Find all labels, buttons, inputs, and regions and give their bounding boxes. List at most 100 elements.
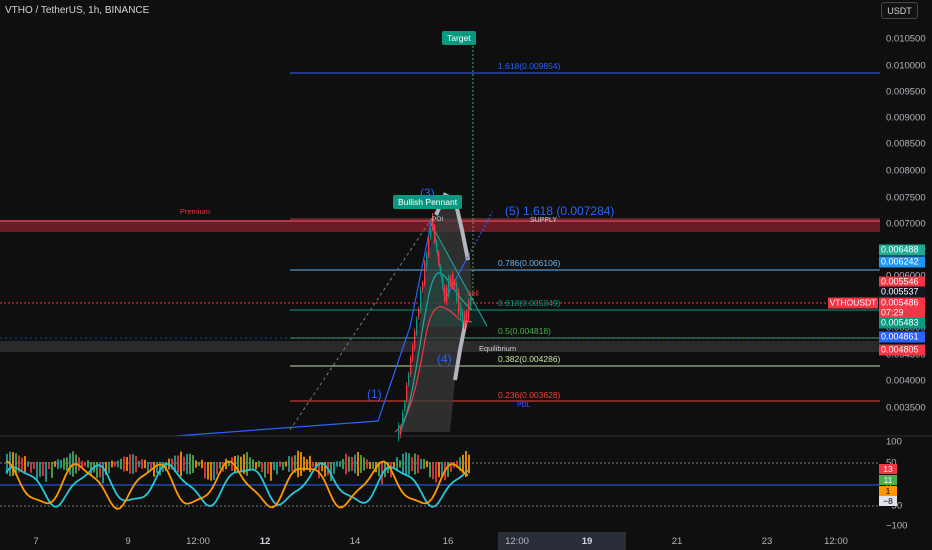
oscillator-bar: [369, 462, 371, 470]
oscillator-bar: [114, 461, 116, 467]
price-tick: 0.010500: [886, 33, 926, 45]
poi-label: POI: [432, 216, 444, 223]
oscillator-badge: −8: [879, 496, 897, 506]
oscillator-bar: [156, 462, 158, 474]
oscillator-bar: [132, 454, 134, 474]
oscillator-bar: [111, 460, 113, 468]
candle-body: [426, 254, 428, 267]
oscillator-bar: [432, 462, 434, 480]
time-tick: 23: [761, 536, 773, 547]
candle-body: [446, 287, 448, 303]
oscillator-bar: [228, 462, 230, 467]
oscillator-bar: [42, 462, 44, 476]
oscillator-bar: [33, 462, 35, 470]
fib-label-1618: 1.618(0.009854): [498, 61, 561, 71]
price-tick: 0.004000: [886, 375, 926, 387]
fib-label-786: 0.786(0.006106): [498, 258, 561, 268]
candle-body: [400, 428, 402, 436]
oscillator-tick: −100: [886, 520, 908, 532]
oscillator-bar: [51, 462, 53, 478]
oscillator-bar: [84, 461, 86, 467]
candle-body: [444, 287, 446, 301]
oscillator-group: [5, 450, 470, 510]
oscillator-bar: [210, 462, 212, 481]
oscillator-bar: [288, 456, 290, 472]
chart-canvas[interactable]: [0, 0, 932, 550]
candle-body: [440, 267, 442, 273]
oscillator-bar: [414, 453, 416, 475]
currency-button[interactable]: USDT: [881, 2, 918, 19]
candle-body: [404, 402, 406, 409]
oscillator-bar: [129, 454, 131, 474]
symbol-title[interactable]: VTHO / TetherUS, 1h, BINANCE: [5, 5, 149, 16]
oscillator-bar: [408, 453, 410, 475]
time-tick: 12: [259, 536, 271, 547]
oscillator-bar: [135, 455, 137, 473]
time-tick: 14: [349, 536, 361, 547]
oscillator-bar: [276, 462, 278, 475]
price-tick: 0.009500: [886, 86, 926, 98]
candle-body: [438, 252, 440, 264]
candle-body: [414, 331, 416, 348]
oscillator-bar: [63, 458, 65, 470]
price-badge: 0.004805: [879, 344, 925, 356]
candle-body: [458, 291, 460, 313]
target-label: Target: [442, 31, 476, 45]
candle-body: [466, 312, 468, 322]
oscillator-bar: [402, 453, 404, 475]
oscillator-bar: [297, 450, 299, 478]
candle-body: [420, 289, 422, 311]
oscillator-bar: [27, 461, 29, 467]
oscillator-bar: [21, 457, 23, 471]
time-tick: 12:00: [505, 536, 529, 547]
candle-body: [410, 358, 412, 374]
wave-1-label: (1): [367, 387, 382, 401]
oscillator-bar: [54, 461, 56, 467]
price-badge: 0.005483: [879, 317, 925, 329]
oscillator-bar: [423, 459, 425, 469]
time-tick: 16: [442, 536, 454, 547]
oscillator-bar: [108, 462, 110, 473]
wave-5-label: (5) 1.618 (0.007284): [505, 204, 615, 218]
oscillator-bar: [336, 461, 338, 467]
time-tick: 12:00: [824, 536, 848, 547]
oscillator-bar: [261, 462, 263, 472]
time-axis[interactable]: 7 9 12:00 12 14 16 12:00 19 21 23 12:00: [0, 534, 880, 550]
oscillator-bar: [117, 460, 119, 468]
price-tick: 0.009000: [886, 112, 926, 124]
candle-body: [428, 239, 430, 256]
candle-body: [454, 282, 456, 287]
oscillator-bar: [147, 462, 149, 472]
price-tick: 0.007000: [886, 218, 926, 230]
candle-body: [460, 305, 462, 318]
oscillator-badge: 1: [879, 486, 897, 496]
candle-body: [402, 412, 404, 425]
oscillator-bar: [39, 462, 41, 477]
oscillator-bar: [126, 456, 128, 472]
oscillator-bar: [273, 462, 275, 471]
oscillator-bar: [204, 462, 206, 479]
price-badge: 0.006488: [879, 244, 925, 256]
oscillator-bar: [138, 460, 140, 468]
candle-body: [434, 227, 436, 241]
fib-label-5: 0.5(0.004818): [498, 326, 551, 336]
oscillator-bar: [153, 462, 155, 477]
oscillator-bar: [366, 459, 368, 469]
symbol-badge: VTHOUSDT: [828, 297, 878, 309]
oscillator-bar: [348, 456, 350, 472]
candle-body: [448, 277, 450, 296]
oscillator-bar: [417, 454, 419, 474]
candle-body: [430, 230, 432, 238]
time-tick: 7: [33, 536, 39, 547]
oscillator-bar: [213, 462, 215, 480]
oscillator-bar: [255, 462, 257, 470]
oscillator-bar: [405, 452, 407, 476]
candle-body: [456, 284, 458, 301]
oscillator-bar: [258, 460, 260, 468]
time-tick: 12:00: [186, 536, 210, 547]
oscillator-bar: [48, 462, 50, 470]
oscillator-bar: [300, 451, 302, 477]
oscillator-bar: [69, 453, 71, 475]
price-badge: 0.004861: [879, 331, 925, 343]
candle-body: [406, 385, 408, 400]
